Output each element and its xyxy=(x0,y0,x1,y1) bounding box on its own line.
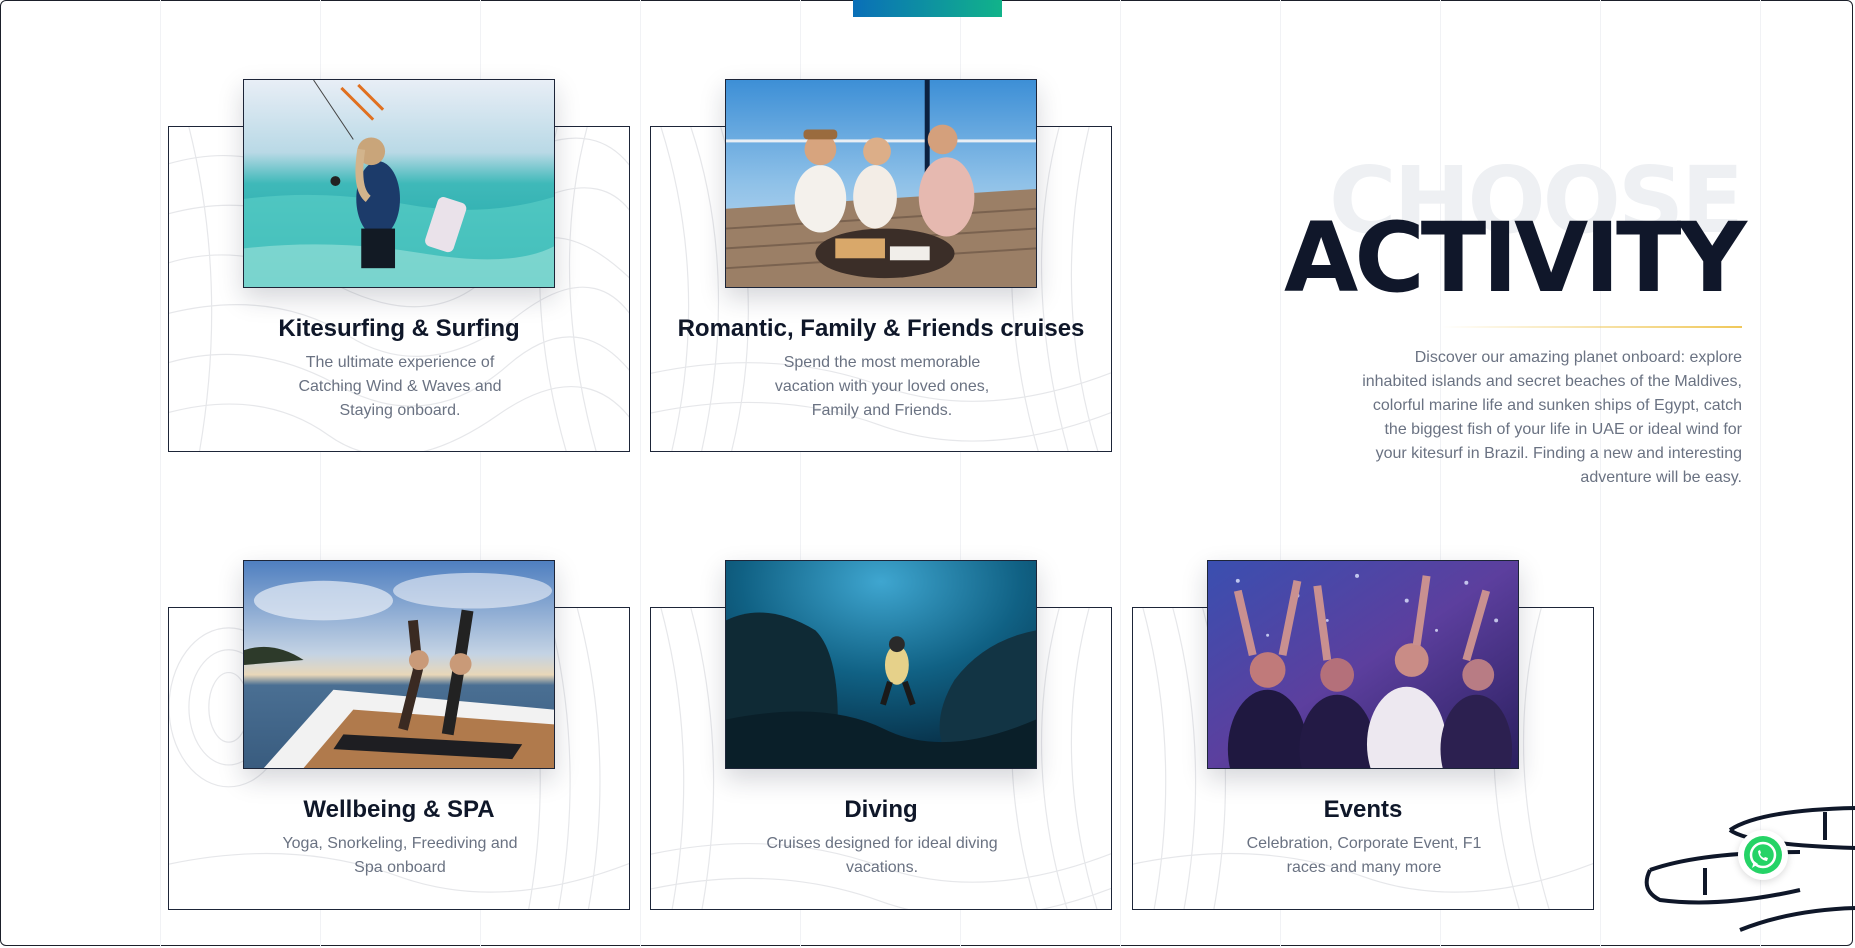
friends-on-yacht-photo xyxy=(725,79,1037,288)
grid-line xyxy=(160,0,161,948)
card-description: Spend the most memorable vacation with y… xyxy=(774,354,990,419)
diver-underwater-photo xyxy=(725,560,1037,769)
card-title: Events xyxy=(1323,796,1403,823)
title-divider xyxy=(1442,326,1742,328)
card-description: Cruises designed for ideal diving vacati… xyxy=(766,835,998,876)
section-intro: Discover our amazing planet onboard: exp… xyxy=(1362,349,1742,486)
party-crowd-photo xyxy=(1207,560,1519,769)
card-title: Diving xyxy=(844,796,918,823)
whatsapp-button[interactable] xyxy=(1738,830,1788,880)
card-description: The ultimate experience of Catching Wind… xyxy=(298,354,502,419)
kitesurfer-in-sea-photo xyxy=(243,79,555,288)
yoga-on-deck-photo xyxy=(243,560,555,769)
grid-line xyxy=(1120,0,1121,948)
section-title: ACTIVITY xyxy=(1284,202,1747,314)
card-title: Wellbeing & SPA xyxy=(303,796,495,823)
grid-line xyxy=(640,0,641,948)
top-accent-bar xyxy=(853,0,1002,17)
whatsapp-icon xyxy=(1744,836,1782,874)
card-title: Kitesurfing & Surfing xyxy=(278,315,520,342)
card-title: Romantic, Family & Friends cruises xyxy=(677,315,1085,342)
card-description: Yoga, Snorkeling, Freediving and Spa onb… xyxy=(282,835,518,876)
card-description: Celebration, Corporate Event, F1 races a… xyxy=(1246,835,1482,876)
